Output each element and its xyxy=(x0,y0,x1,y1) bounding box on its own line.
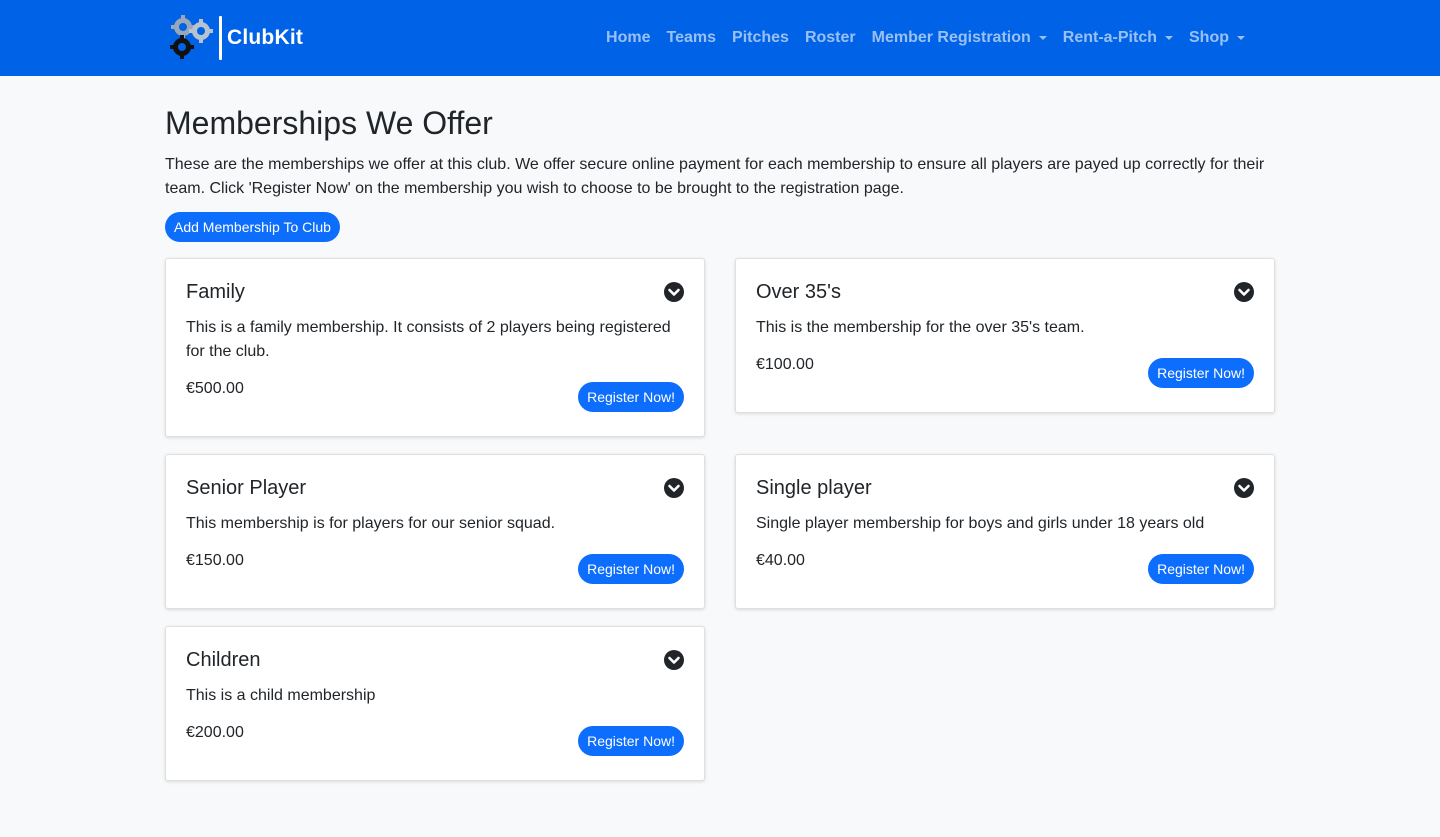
card-price: €200.00 xyxy=(186,724,244,741)
nav-link-label: Pitches xyxy=(732,29,789,46)
card-header: Over 35's xyxy=(756,280,1254,304)
caret-down-icon xyxy=(1165,36,1173,40)
nav-link-roster[interactable]: Roster xyxy=(797,21,864,55)
membership-card-over-35s: Over 35's This is the membership for the… xyxy=(735,258,1275,413)
card-footer: €200.00 Register Now! xyxy=(186,724,684,756)
nav-link-label: Teams xyxy=(666,29,717,46)
card-description: This membership is for players for our s… xyxy=(186,515,556,532)
membership-card-senior-player: Senior Player This membership is for pla… xyxy=(165,454,705,609)
card-header: Senior Player xyxy=(186,476,684,500)
membership-card-single-player: Single player Single player membership f… xyxy=(735,454,1275,609)
nav-link-pitches[interactable]: Pitches xyxy=(724,21,797,55)
card-description: This is a child membership xyxy=(186,687,376,704)
card-price: €100.00 xyxy=(756,356,814,373)
card-description: Single player membership for boys and gi… xyxy=(756,515,1205,532)
membership-card-family: Family This is a family membership. It c… xyxy=(165,258,705,437)
card-footer: €150.00 Register Now! xyxy=(186,552,684,584)
nav-dropdown-member-registration[interactable]: Member Registration xyxy=(864,21,1055,55)
membership-column-left: Family This is a family membership. It c… xyxy=(165,258,705,781)
chevron-down-circle-icon[interactable] xyxy=(664,650,684,670)
card-header: Family xyxy=(186,280,684,304)
nav-link-label: Member Registration xyxy=(871,29,1031,46)
main-content: Memberships We Offer These are the membe… xyxy=(165,104,1275,781)
card-footer: €40.00 Register Now! xyxy=(756,552,1254,584)
caret-down-icon xyxy=(1038,36,1047,40)
register-now-button[interactable]: Register Now! xyxy=(578,382,684,412)
add-membership-button[interactable]: Add Membership To Club xyxy=(165,212,340,242)
page-intro: These are the memberships we offer at th… xyxy=(165,156,1265,197)
register-now-button[interactable]: Register Now! xyxy=(1148,554,1254,584)
register-now-button[interactable]: Register Now! xyxy=(578,554,684,584)
nav-link-teams[interactable]: Teams xyxy=(659,21,725,55)
card-description: This is the membership for the over 35's… xyxy=(756,319,1085,336)
card-title: Children xyxy=(186,648,261,671)
card-title: Family xyxy=(186,280,245,303)
chevron-down-circle-icon[interactable] xyxy=(664,478,684,498)
nav-link-label: Roster xyxy=(804,29,856,46)
navbar: ClubKit Home Teams Pitches Roster Member… xyxy=(0,0,1440,76)
nav-link-label: Home xyxy=(606,29,651,46)
card-header: Single player xyxy=(756,476,1254,500)
membership-card-children: Children This is a child membership €200… xyxy=(165,626,705,781)
chevron-down-circle-icon[interactable] xyxy=(1234,478,1254,498)
page-title: Memberships We Offer xyxy=(165,105,493,141)
membership-grid: Family This is a family membership. It c… xyxy=(165,258,1275,781)
chevron-down-circle-icon[interactable] xyxy=(1234,282,1254,302)
card-title: Single player xyxy=(756,476,872,499)
nav-link-home[interactable]: Home xyxy=(598,21,658,55)
register-now-button[interactable]: Register Now! xyxy=(1148,358,1254,388)
brand-divider xyxy=(219,16,222,60)
brand-name: ClubKit xyxy=(227,26,304,49)
card-price: €150.00 xyxy=(186,552,244,569)
chevron-down-circle-icon[interactable] xyxy=(664,282,684,302)
card-description: This is a family membership. It consists… xyxy=(186,319,671,360)
card-title: Senior Player xyxy=(186,476,307,499)
caret-down-icon xyxy=(1237,36,1245,40)
card-title: Over 35's xyxy=(756,280,841,303)
nav-dropdown-shop[interactable]: Shop xyxy=(1181,21,1253,55)
register-now-button[interactable]: Register Now! xyxy=(578,726,684,756)
nav-link-label: Rent-a-Pitch xyxy=(1062,29,1157,46)
card-price: €40.00 xyxy=(756,552,805,569)
card-header: Children xyxy=(186,648,684,672)
card-price: €500.00 xyxy=(186,380,244,397)
nav-dropdown-rent-a-pitch[interactable]: Rent-a-Pitch xyxy=(1055,21,1181,55)
gears-logo-icon xyxy=(170,15,213,59)
brand-link[interactable]: ClubKit xyxy=(169,13,303,63)
card-footer: €100.00 Register Now! xyxy=(756,356,1254,388)
nav-link-label: Shop xyxy=(1189,29,1229,46)
card-footer: €500.00 Register Now! xyxy=(186,380,684,412)
nav-links: Home Teams Pitches Roster Member Registr… xyxy=(598,21,1253,55)
navbar-inner: ClubKit Home Teams Pitches Roster Member… xyxy=(165,13,1275,63)
membership-column-right: Over 35's This is the membership for the… xyxy=(735,258,1275,609)
